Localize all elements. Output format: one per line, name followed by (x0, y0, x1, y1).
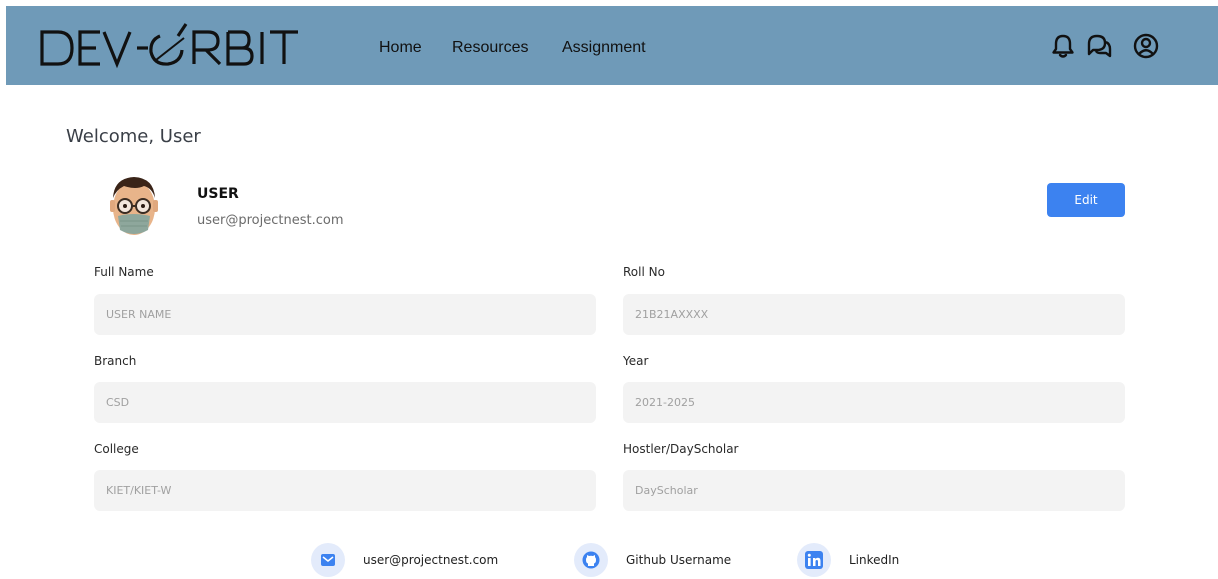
branch-field[interactable] (94, 382, 596, 423)
user-email: user@projectnest.com (197, 213, 344, 228)
github-icon (574, 543, 608, 577)
linkedin-icon (797, 543, 831, 577)
mail-icon (311, 543, 345, 577)
year-label: Year (623, 354, 649, 368)
residence-label: Hostler/DayScholar (623, 442, 739, 456)
github-link-label: Github Username (626, 553, 732, 567)
year-field[interactable] (623, 382, 1125, 423)
college-field[interactable] (94, 470, 596, 511)
edit-button[interactable]: Edit (1047, 183, 1125, 217)
roll-no-label: Roll No (623, 265, 665, 279)
welcome-heading: Welcome, User (66, 126, 201, 147)
full-name-field[interactable] (94, 294, 596, 335)
email-link[interactable]: user@projectnest.com (311, 543, 498, 577)
college-label: College (94, 442, 139, 456)
nav-resources[interactable]: Resources (452, 39, 528, 57)
user-name: USER (197, 186, 239, 202)
branch-label: Branch (94, 354, 137, 368)
residence-field[interactable] (623, 470, 1125, 511)
chat-icon[interactable] (1085, 32, 1113, 60)
linkedin-link-label: LinkedIn (849, 553, 900, 567)
email-link-label: user@projectnest.com (363, 553, 499, 567)
dev-orbit-logo[interactable] (38, 20, 328, 72)
roll-no-field[interactable] (623, 294, 1125, 335)
full-name-label: Full Name (94, 265, 154, 279)
avatar (110, 177, 158, 235)
github-link[interactable]: Github Username (574, 543, 731, 577)
linkedin-link[interactable]: LinkedIn (797, 543, 899, 577)
nav-assignment[interactable]: Assignment (562, 39, 646, 57)
user-circle-icon[interactable] (1132, 32, 1160, 60)
top-navbar: Home Resources Assignment (6, 6, 1218, 85)
nav-home[interactable]: Home (379, 39, 422, 57)
bell-icon[interactable] (1049, 32, 1077, 60)
